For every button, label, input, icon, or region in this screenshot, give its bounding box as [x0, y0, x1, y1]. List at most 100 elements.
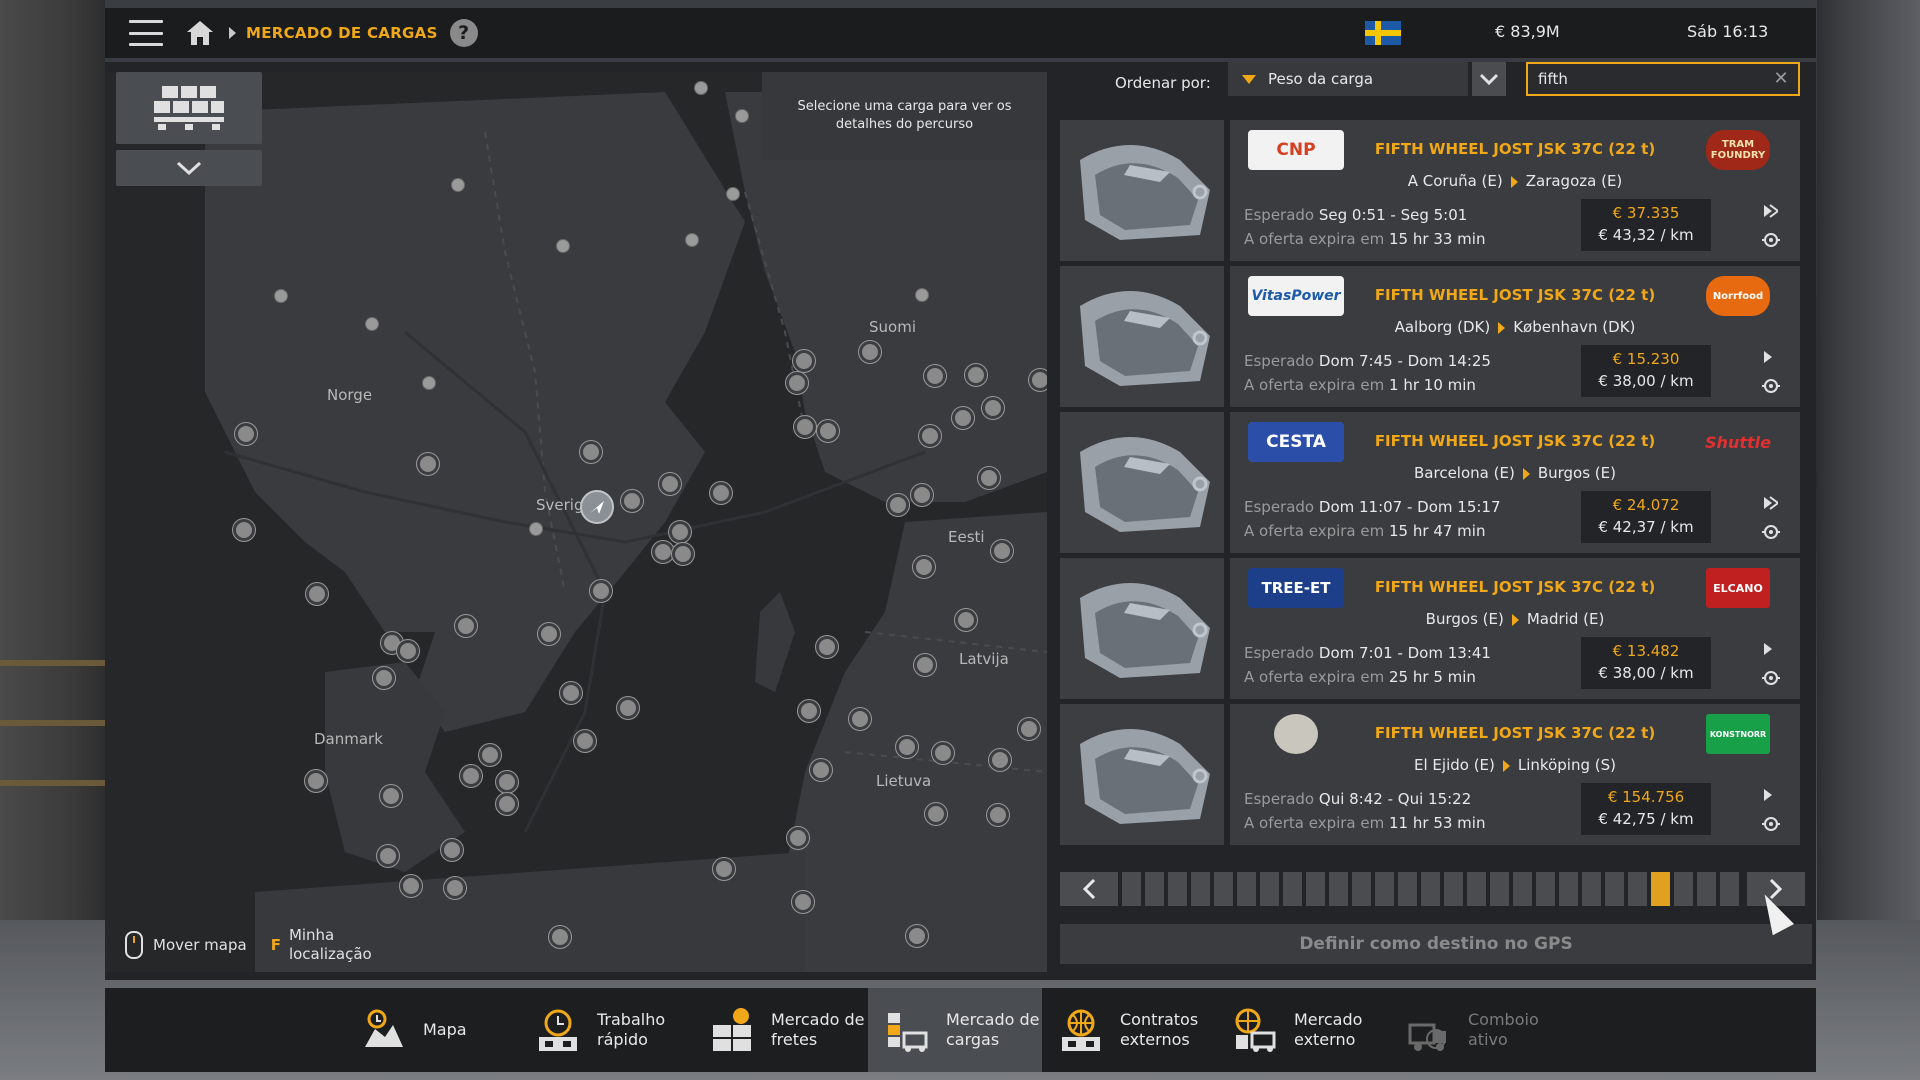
- city-dot[interactable]: [735, 109, 749, 123]
- page-indicator[interactable]: [1214, 872, 1233, 906]
- prev-page-button[interactable]: [1060, 872, 1118, 906]
- page-indicator[interactable]: [1421, 872, 1440, 906]
- city-dot[interactable]: [914, 654, 936, 676]
- city-dot[interactable]: [652, 541, 674, 563]
- page-indicator-active[interactable]: [1651, 872, 1670, 906]
- city-dot[interactable]: [400, 875, 422, 897]
- city-dot[interactable]: [560, 682, 582, 704]
- tab-external-market[interactable]: Mercado externo: [1216, 988, 1390, 1072]
- city-dot[interactable]: [955, 609, 977, 631]
- city-dot[interactable]: [417, 453, 439, 475]
- city-dot[interactable]: [538, 623, 560, 645]
- page-indicator[interactable]: [1352, 872, 1371, 906]
- city-dot[interactable]: [987, 804, 1009, 826]
- city-dot[interactable]: [669, 521, 691, 543]
- route-forward-icon[interactable]: [1762, 495, 1780, 511]
- tab-freight-market[interactable]: Mercado de fretes: [693, 988, 867, 1072]
- city-dot[interactable]: [965, 364, 987, 386]
- city-dot[interactable]: [274, 289, 288, 303]
- city-dot[interactable]: [798, 700, 820, 722]
- city-dot[interactable]: [887, 494, 909, 516]
- tab-map[interactable]: Mapa: [345, 988, 519, 1072]
- city-dot[interactable]: [441, 839, 463, 861]
- city-dot[interactable]: [580, 441, 602, 463]
- page-indicator[interactable]: [1329, 872, 1348, 906]
- city-dot[interactable]: [529, 522, 543, 536]
- gps-target-icon[interactable]: [1762, 669, 1780, 687]
- page-indicator[interactable]: [1582, 872, 1601, 906]
- truck-location-icon[interactable]: [580, 490, 614, 524]
- city-dot[interactable]: [235, 423, 257, 445]
- city-dot[interactable]: [444, 877, 466, 899]
- gps-target-icon[interactable]: [1762, 377, 1780, 395]
- tab-active-convoy[interactable]: Comboio ativo: [1390, 988, 1564, 1072]
- city-dot[interactable]: [460, 765, 482, 787]
- city-dot[interactable]: [792, 891, 814, 913]
- city-dot[interactable]: [816, 636, 838, 658]
- city-dot[interactable]: [496, 793, 518, 815]
- city-dot[interactable]: [713, 858, 735, 880]
- set-gps-destination-button[interactable]: Definir como destino no GPS: [1060, 924, 1812, 964]
- page-indicator[interactable]: [1490, 872, 1509, 906]
- city-dot[interactable]: [621, 490, 643, 512]
- tab-external-contracts[interactable]: Contratos externos: [1042, 988, 1216, 1072]
- city-dot[interactable]: [896, 736, 918, 758]
- city-dot[interactable]: [574, 730, 596, 752]
- city-dot[interactable]: [233, 519, 255, 541]
- city-dot[interactable]: [849, 708, 871, 730]
- map-layers-expand-button[interactable]: [116, 150, 262, 186]
- city-dot[interactable]: [373, 667, 395, 689]
- city-dot[interactable]: [924, 365, 946, 387]
- sort-direction-icon[interactable]: [1242, 74, 1256, 84]
- city-dot[interactable]: [911, 484, 933, 506]
- route-forward-icon[interactable]: [1762, 787, 1778, 803]
- page-indicator[interactable]: [1306, 872, 1325, 906]
- gps-target-icon[interactable]: [1762, 815, 1780, 833]
- sort-dropdown[interactable]: Peso da carga: [1228, 62, 1468, 96]
- city-dot[interactable]: [925, 803, 947, 825]
- offer-row[interactable]: VitasPower FIFTH WHEEL JOST JSK 37C (22 …: [1060, 266, 1812, 407]
- city-dot[interactable]: [306, 583, 328, 605]
- city-dot[interactable]: [479, 744, 501, 766]
- city-dot[interactable]: [590, 580, 612, 602]
- page-indicator[interactable]: [1191, 872, 1210, 906]
- gps-target-icon[interactable]: [1762, 523, 1780, 541]
- city-dot[interactable]: [817, 420, 839, 442]
- city-dot[interactable]: [377, 845, 399, 867]
- city-dot[interactable]: [991, 540, 1013, 562]
- city-dot[interactable]: [726, 187, 740, 201]
- page-indicator[interactable]: [1260, 872, 1279, 906]
- city-dot[interactable]: [906, 925, 928, 947]
- city-dot[interactable]: [952, 407, 974, 429]
- city-dot[interactable]: [455, 615, 477, 637]
- page-indicator[interactable]: [1145, 872, 1164, 906]
- city-dot[interactable]: [451, 178, 465, 192]
- city-dot[interactable]: [978, 467, 1000, 489]
- offer-row[interactable]: FIFTH WHEEL JOST JSK 37C (22 t) KONSTNOR…: [1060, 704, 1812, 845]
- page-indicator[interactable]: [1237, 872, 1256, 906]
- page-indicator[interactable]: [1559, 872, 1578, 906]
- clear-search-icon[interactable]: ✕: [1772, 70, 1790, 88]
- route-forward-icon[interactable]: [1762, 203, 1780, 219]
- city-dot[interactable]: [496, 771, 518, 793]
- page-indicator[interactable]: [1605, 872, 1624, 906]
- page-indicator[interactable]: [1467, 872, 1486, 906]
- page-indicator[interactable]: [1513, 872, 1532, 906]
- offer-row[interactable]: CNP FIFTH WHEEL JOST JSK 37C (22 t) TRAM…: [1060, 120, 1812, 261]
- page-indicator[interactable]: [1720, 872, 1739, 906]
- city-dot[interactable]: [787, 827, 809, 849]
- page-indicator[interactable]: [1444, 872, 1463, 906]
- my-location-label[interactable]: Minha localização: [289, 926, 372, 964]
- city-dot[interactable]: [989, 749, 1011, 771]
- city-dot[interactable]: [919, 425, 941, 447]
- page-indicator[interactable]: [1375, 872, 1394, 906]
- page-indicator[interactable]: [1283, 872, 1302, 906]
- sort-dropdown-toggle[interactable]: [1472, 62, 1506, 96]
- city-dot[interactable]: [659, 473, 681, 495]
- city-dot[interactable]: [1018, 718, 1040, 740]
- page-indicator[interactable]: [1674, 872, 1693, 906]
- page-indicator[interactable]: [1697, 872, 1716, 906]
- city-dot[interactable]: [397, 640, 419, 662]
- map-layers-button[interactable]: [116, 72, 262, 144]
- search-field[interactable]: ✕: [1526, 62, 1800, 96]
